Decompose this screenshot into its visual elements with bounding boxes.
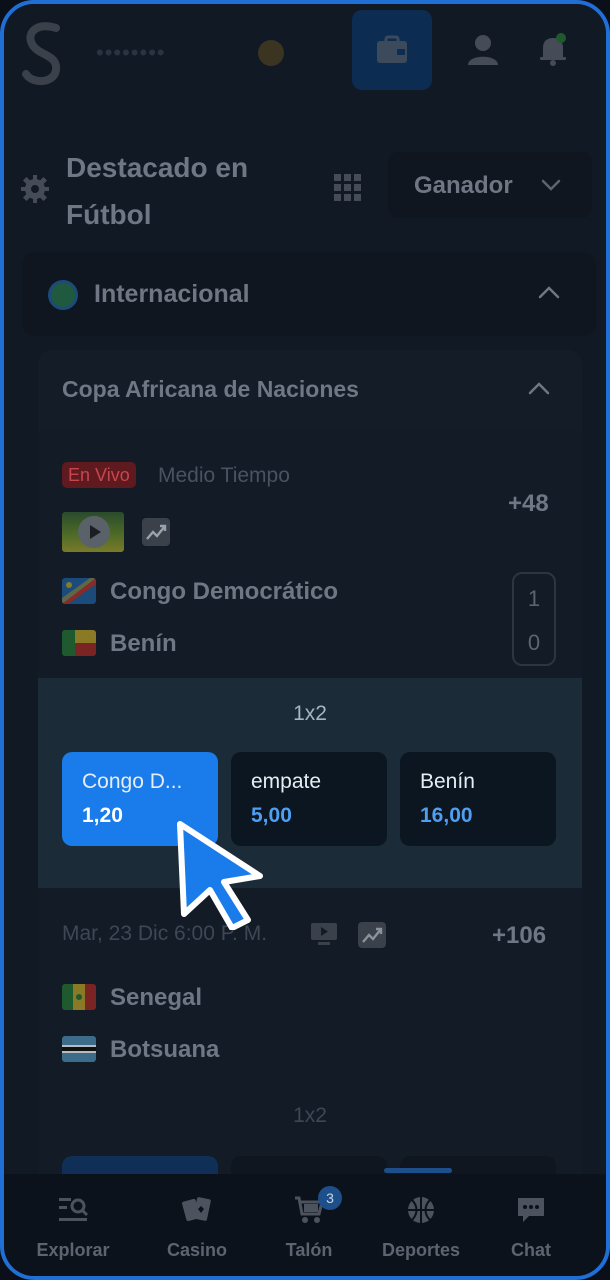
live-badge: En Vivo: [62, 462, 136, 488]
wallet-button[interactable]: [352, 10, 432, 90]
stats-icon[interactable]: [358, 922, 386, 948]
chat-icon: [518, 1198, 544, 1222]
odds-label: Congo D...: [82, 770, 183, 793]
chevron-up-icon[interactable]: [526, 376, 552, 402]
more-markets-button[interactable]: +48: [508, 490, 549, 518]
grid-view-icon[interactable]: [330, 170, 366, 206]
tv-icon[interactable]: [310, 922, 338, 946]
nav-talon[interactable]: 3 Talón: [254, 1186, 364, 1274]
play-icon: [78, 516, 110, 548]
nav-indicator: [384, 1168, 452, 1173]
basketball-icon: [408, 1197, 434, 1223]
page-title: Destacado en Fútbol: [66, 152, 249, 230]
explore-icon: [59, 1198, 89, 1221]
flag-congo-icon: [62, 578, 96, 604]
live-video-thumbnail[interactable]: [62, 512, 124, 552]
odds-value: 1,20: [82, 804, 123, 827]
home-score: 1: [527, 586, 541, 611]
nav-label: Explorar: [36, 1240, 110, 1260]
phone-frame: •••••••• Destacado en Fútbol Ganador Int…: [0, 0, 610, 1280]
league-header-internacional[interactable]: Internacional: [22, 252, 596, 336]
team-name: Senegal: [110, 984, 203, 1011]
team-name: Congo Democrático: [110, 578, 339, 605]
competition-label: Copa Africana de Naciones: [62, 376, 359, 402]
user-icon: [468, 35, 498, 65]
flag-botswana-icon: [62, 1036, 96, 1062]
top-bar: ••••••••: [4, 4, 606, 124]
betslip-count-badge: 3: [318, 1186, 342, 1210]
nav-casino[interactable]: Casino: [142, 1190, 252, 1274]
match-period: Medio Tiempo: [158, 464, 290, 487]
pointer-cursor-icon: [177, 821, 263, 930]
section-header: Destacado en Fútbol Ganador: [4, 124, 606, 244]
more-markets-button[interactable]: +106: [492, 922, 546, 950]
competition-card: Copa Africana de Naciones En Vivo Medio …: [38, 350, 582, 1250]
bottom-nav: Explorar Casino 3 Talón Deportes Chat: [4, 1168, 606, 1276]
competition-header[interactable]: Copa Africana de Naciones: [38, 350, 582, 430]
flag-benin-icon: [62, 630, 96, 656]
stats-icon[interactable]: [142, 518, 170, 546]
nav-label: Chat: [511, 1240, 551, 1260]
market-type-value: Ganador: [414, 172, 513, 199]
user-button[interactable]: [456, 22, 510, 76]
odds-label: Benín: [420, 770, 475, 793]
globe-icon: [48, 280, 78, 310]
coin-icon: [258, 40, 284, 66]
league-label: Internacional: [94, 280, 250, 308]
team-name: Botsuana: [110, 1036, 220, 1063]
wallet-icon: [377, 35, 407, 63]
market-name: 1x2: [293, 1104, 327, 1127]
flag-senegal-icon: [62, 984, 96, 1010]
balance-text: ••••••••: [96, 40, 166, 65]
nav-chat[interactable]: Chat: [476, 1190, 586, 1274]
logo-s-icon[interactable]: [18, 18, 68, 88]
odds-label: empate: [251, 770, 322, 793]
odds-value: 16,00: [420, 804, 473, 827]
nav-deportes[interactable]: Deportes: [366, 1190, 476, 1274]
away-score: 0: [527, 630, 541, 655]
bell-icon: [540, 33, 566, 66]
nav-label: Deportes: [381, 1240, 461, 1260]
cards-icon: [182, 1197, 211, 1222]
odds-button-away[interactable]: Benín 16,00: [400, 752, 556, 846]
nav-label: Casino: [166, 1240, 227, 1260]
team-name: Benín: [110, 630, 177, 657]
market-panel-1x2: 1x2 Congo D... 1,20 empate 5,00 Benín 16…: [38, 678, 582, 888]
chevron-up-icon[interactable]: [536, 280, 562, 306]
chevron-down-icon: [541, 179, 561, 191]
notifications-button[interactable]: [526, 22, 580, 76]
gear-icon[interactable]: [20, 174, 50, 204]
market-name: 1x2: [293, 702, 327, 725]
market-type-select[interactable]: Ganador: [388, 152, 592, 218]
nav-explorar[interactable]: Explorar: [18, 1190, 128, 1274]
nav-label: Talón: [285, 1240, 333, 1260]
score-box: 1 0: [512, 572, 556, 666]
